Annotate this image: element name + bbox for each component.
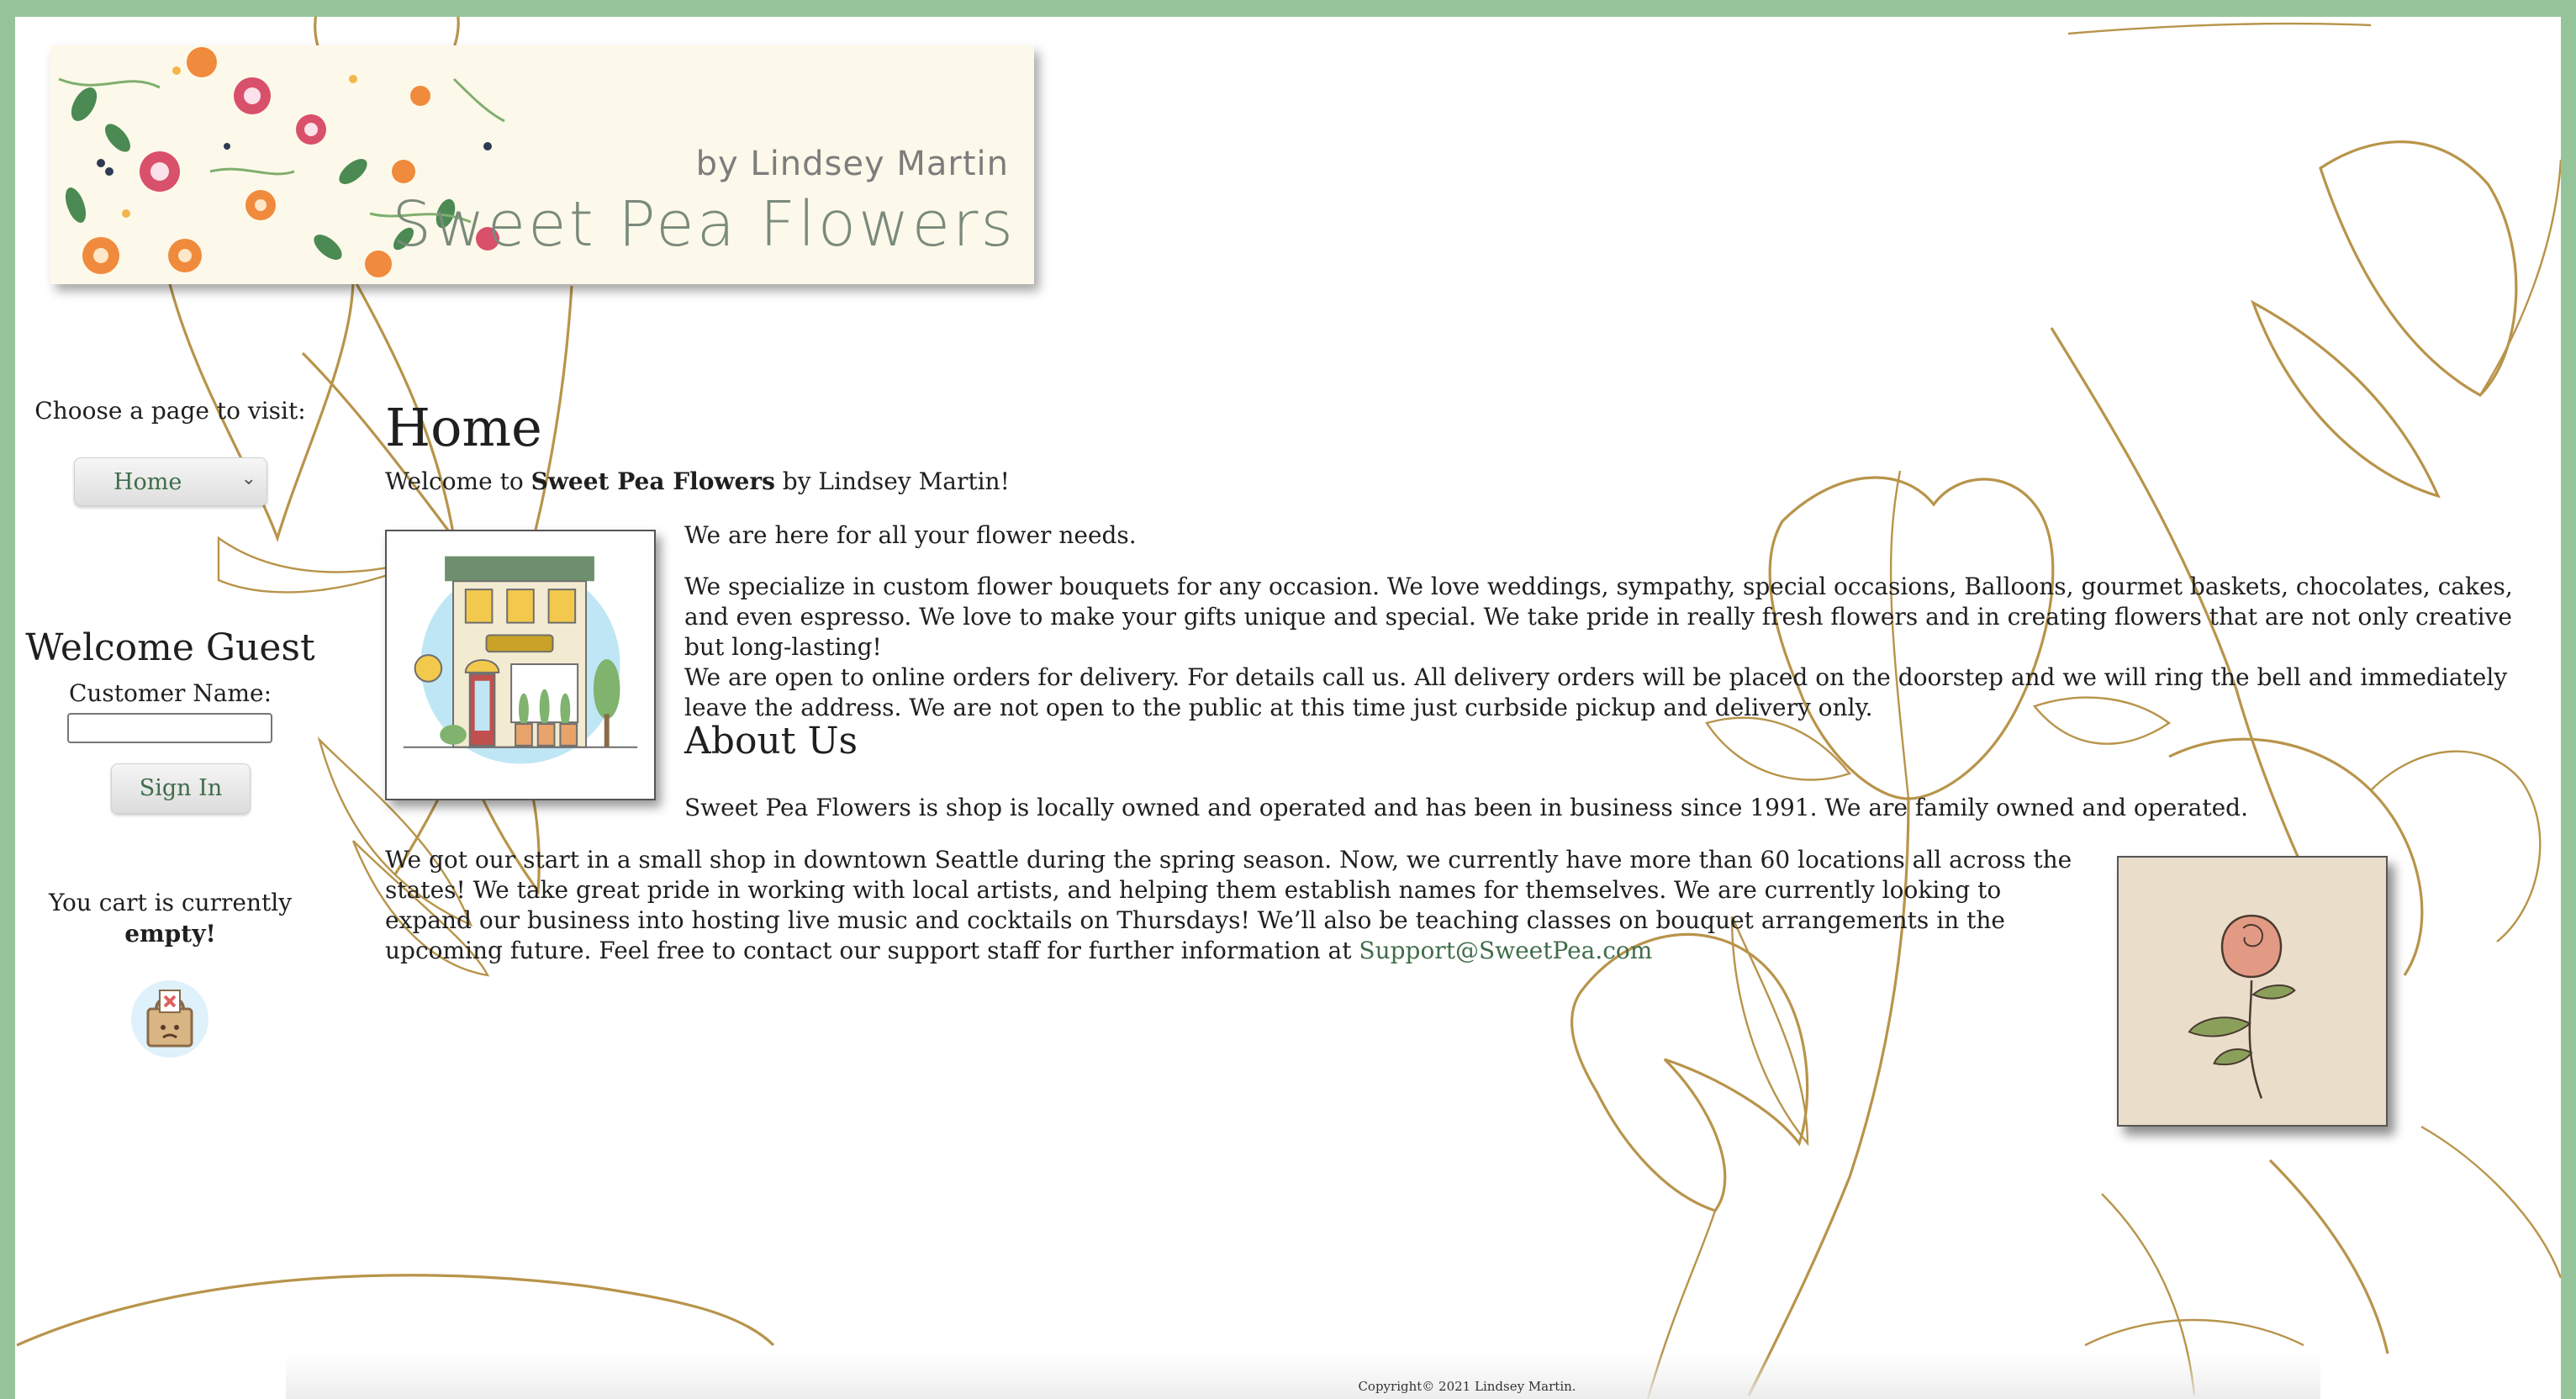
welcome-post: by Lindsey Martin!: [774, 467, 1010, 495]
welcome-heading: Welcome Guest: [25, 626, 315, 669]
page-title: Home: [385, 397, 542, 458]
about-text: Sweet Pea Flowers is shop is locally own…: [684, 794, 2249, 821]
customer-name-input[interactable]: [67, 713, 272, 743]
florist-shop-image: [385, 530, 656, 800]
about-heading: About Us: [684, 720, 858, 763]
delivery-paragraph: We are open to online orders for deliver…: [684, 663, 2508, 721]
welcome-pre: Welcome to: [385, 467, 531, 495]
rose-image: [2117, 856, 2388, 1127]
page-select-label: Choose a page to visit:: [34, 397, 306, 425]
banner-subtitle: by Lindsey Martin: [695, 145, 1009, 183]
customer-name-label: Customer Name:: [68, 679, 272, 707]
history-text: We got our start in a small shop in down…: [385, 845, 2092, 966]
page-select[interactable]: Home ⌄: [74, 457, 267, 506]
page-select-value: Home: [113, 469, 182, 495]
copyright-text: Copyright© 2021 Lindsey Martin.: [1358, 1379, 1576, 1394]
welcome-brand: Sweet Pea Flowers: [531, 467, 775, 495]
banner-title: Sweet Pea Flowers: [392, 188, 1016, 261]
chevron-down-icon: ⌄: [240, 468, 256, 489]
services-text: We specialize in custom flower bouquets …: [684, 572, 2551, 723]
support-email-link[interactable]: Support@SweetPea.com: [1359, 937, 1652, 964]
sign-in-button[interactable]: Sign In: [111, 763, 251, 814]
shopping-bag-icon[interactable]: [128, 975, 212, 1059]
cart-status: You cart is currently empty!: [25, 887, 315, 949]
specialize-paragraph: We specialize in custom flower bouquets …: [684, 573, 2513, 661]
cart-status-value: empty!: [124, 920, 216, 948]
history-paragraph: We got our start in a small shop in down…: [385, 846, 2072, 964]
cart-status-text: You cart is currently: [48, 889, 293, 916]
site-banner[interactable]: by Lindsey Martin Sweet Pea Flowers: [50, 45, 1034, 284]
welcome-text: Welcome to Sweet Pea Flowers by Lindsey …: [385, 467, 1010, 495]
intro-text: We are here for all your flower needs.: [684, 521, 1137, 549]
